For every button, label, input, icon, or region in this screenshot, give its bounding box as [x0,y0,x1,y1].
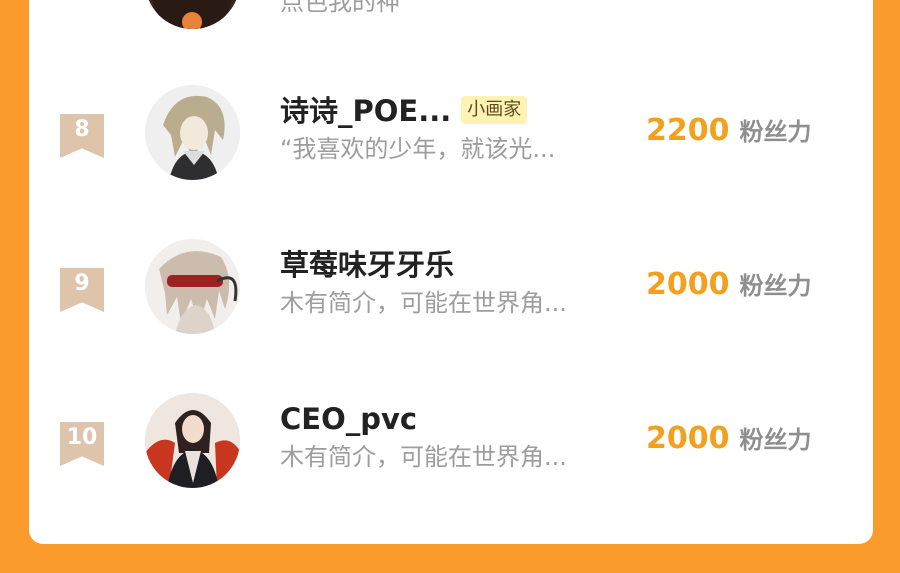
title-badge: 小画家 [461,96,528,124]
fans-score: 2200 粉丝力 [646,113,812,153]
partial-bio: 点色我的神 [280,0,400,16]
avatar[interactable] [145,0,240,29]
fans-unit: 粉丝力 [739,426,812,454]
fans-score: 2000 粉丝力 [646,267,812,307]
fans-unit: 粉丝力 [739,272,812,300]
avatar[interactable] [145,85,240,180]
user-name-text: CEO_pvc [280,402,418,436]
avatar[interactable] [145,393,240,488]
list-item[interactable]: 10 CEO_pvc 木有简介，可能在世界角... 2000 粉丝力 [29,393,873,503]
user-name[interactable]: CEO_pvc [280,401,417,437]
rank-number: 10 [66,425,98,450]
user-bio: “我喜欢的少年，就该光... [280,135,556,163]
fans-unit: 粉丝力 [739,118,812,146]
user-name-text: 诗诗_POE... [280,94,452,128]
ranking-card: 点色我的神 8 诗诗_POE... 小画家 “我喜欢的少年，就该光... 2200… [29,0,873,544]
fans-number: 2200 [646,113,730,148]
user-name[interactable]: 诗诗_POE... 小画家 [280,93,528,129]
rank-badge: 8 [60,114,104,158]
user-name[interactable]: 草莓味牙牙乐 [280,247,454,283]
rank-badge: 10 [60,422,104,466]
rank-number: 8 [74,117,90,142]
avatar[interactable] [145,239,240,334]
fans-number: 2000 [646,421,730,456]
list-item[interactable]: 9 草莓味牙牙乐 木有简介，可能在世界角... 2000 粉丝力 [29,239,873,349]
list-item[interactable]: 8 诗诗_POE... 小画家 “我喜欢的少年，就该光... 2200 粉丝力 [29,85,873,195]
fans-number: 2000 [646,267,730,302]
user-bio: 木有简介，可能在世界角... [280,443,567,471]
rank-number: 9 [74,271,90,296]
fans-score: 2000 粉丝力 [646,421,812,461]
user-name-text: 草莓味牙牙乐 [280,248,455,282]
user-bio: 木有简介，可能在世界角... [280,289,567,317]
rank-badge: 9 [60,268,104,312]
